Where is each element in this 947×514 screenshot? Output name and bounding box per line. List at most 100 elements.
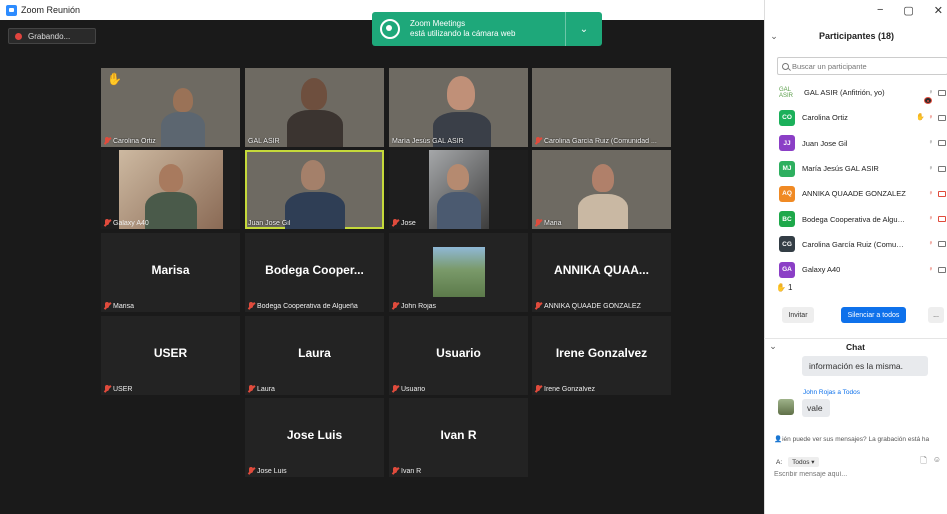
maximize-button[interactable]: ▢	[903, 4, 913, 17]
participant-avatar: GA	[779, 261, 795, 278]
participant-row[interactable]: CO Carolina Ortiz ✋ ♀	[765, 105, 947, 130]
mic-muted-icon	[104, 302, 110, 310]
mic-icon: ♀	[928, 139, 934, 147]
video-tile[interactable]: USER USER	[101, 316, 240, 395]
recipient-select[interactable]: Todos ▾	[788, 457, 819, 467]
video-stage: Grabando... Zoom Meetings está utilizand…	[0, 12, 764, 514]
video-icon	[938, 114, 946, 121]
raised-count: 1	[787, 283, 793, 292]
participant-body	[145, 192, 197, 229]
participant-row[interactable]: AQ ANNIKA QUAADE GONZALEZ ♀	[765, 181, 947, 206]
search-input[interactable]	[792, 61, 942, 71]
zoom-logo-icon	[6, 4, 17, 16]
tile-footer: GAL ASIR	[248, 138, 280, 145]
tile-footer: Marisa	[104, 302, 134, 310]
tile-display-name: Marisa	[151, 263, 190, 277]
video-tile[interactable]: Carolina García Ruiz (Comunidad ...	[532, 68, 671, 147]
tile-name: Carolina Ortiz	[113, 137, 156, 145]
video-tile[interactable]: Jose Luis Jose Luis	[245, 398, 384, 477]
participant-row[interactable]: GA Galaxy A40 ♀	[765, 257, 947, 282]
participant-head	[159, 164, 183, 192]
tile-display-name: Usuario	[436, 346, 481, 360]
participant-search[interactable]	[777, 57, 947, 75]
participant-status: ♀	[927, 139, 947, 147]
toast-line-2: está utilizando la cámara web	[410, 29, 516, 38]
participant-status: ♀	[927, 165, 947, 173]
participant-name: Bodega Cooperativa de Algueña	[802, 214, 907, 224]
more-button[interactable]: ...	[928, 307, 944, 323]
tile-name: Maria	[544, 219, 562, 227]
recording-icon	[924, 97, 932, 105]
video-tile[interactable]: Usuario Usuario	[389, 316, 528, 395]
participant-row[interactable]: GAL ASIR GAL ASIR (Anfitrión, yo) ♀	[765, 80, 947, 105]
video-tile[interactable]: Galaxy A40	[101, 150, 240, 229]
participant-body	[285, 192, 345, 229]
video-off-icon	[938, 190, 946, 197]
participant-name: Galaxy A40	[802, 265, 841, 275]
participant-row[interactable]: JJ Juan Jose Gil ♀	[765, 131, 947, 156]
close-button[interactable]: ✕	[934, 4, 943, 17]
participant-head	[301, 160, 325, 190]
participant-status: ✋ ♀	[916, 114, 947, 122]
participant-row[interactable]: CG Carolina García Ruiz (Comunidad... ♀	[765, 232, 947, 257]
chevron-down-icon[interactable]: ⌄	[566, 24, 602, 35]
collapse-chat-icon[interactable]: ⌄	[764, 341, 782, 352]
video-icon	[938, 165, 946, 172]
video-tile[interactable]: GAL ASIR	[245, 68, 384, 147]
participant-row[interactable]: BC Bodega Cooperativa de Algueña ♀	[765, 206, 947, 231]
video-tile[interactable]: Marisa Marisa	[101, 233, 240, 312]
file-icon[interactable]: 🗋	[920, 455, 926, 469]
tile-footer: Bodega Cooperativa de Algueña	[248, 302, 358, 310]
participant-head	[447, 164, 469, 190]
participant-body	[287, 110, 343, 147]
video-feed	[429, 150, 489, 229]
participants-title: Participantes (18)	[818, 31, 895, 41]
participant-head	[592, 164, 614, 192]
tile-display-name: Ivan R	[440, 428, 477, 442]
video-tile[interactable]: Ivan R Ivan R	[389, 398, 528, 477]
invite-button[interactable]: Invitar	[782, 307, 814, 323]
recording-indicator[interactable]: Grabando...	[8, 28, 96, 44]
emoji-icon[interactable]: ☺	[933, 455, 941, 469]
tile-name: John Rojas	[401, 302, 437, 310]
participant-row[interactable]: MJ María Jesús GAL ASIR ♀	[765, 156, 947, 181]
camera-toast[interactable]: Zoom Meetings está utilizando la cámara …	[372, 12, 602, 46]
mic-muted-icon	[392, 467, 398, 475]
mic-muted-icon	[104, 137, 110, 145]
minimize-button[interactable]: −	[877, 4, 883, 17]
tile-footer: ANNIKA QUAADE GONZALEZ	[535, 302, 641, 310]
video-icon	[938, 89, 946, 96]
search-icon	[782, 62, 789, 70]
tile-footer: Ivan R	[392, 467, 421, 475]
video-tile[interactable]: Irene Gonzalvez Irene Gonzalvez	[532, 316, 671, 395]
video-tile[interactable]: ✋ Carolina Ortiz	[101, 68, 240, 147]
tile-name: María Jesús GAL ASIR	[392, 138, 464, 145]
video-tile[interactable]: María Jesús GAL ASIR	[389, 68, 528, 147]
tile-footer: Irene Gonzalvez	[535, 385, 595, 393]
toast-text: Zoom Meetings está utilizando la cámara …	[410, 19, 565, 39]
video-tile[interactable]: ANNIKA QUAA... ANNIKA QUAADE GONZALEZ	[532, 233, 671, 312]
tile-name: Irene Gonzalvez	[544, 385, 595, 393]
video-tile[interactable]: Bodega Cooper... Bodega Cooperativa de A…	[245, 233, 384, 312]
participants-header: ⌄ Participantes (18)	[765, 26, 947, 46]
mic-muted-icon	[535, 137, 541, 145]
participant-status: ♀	[916, 89, 947, 105]
video-tile[interactable]: John Rojas	[389, 233, 528, 312]
video-tile[interactable]: Maria	[532, 150, 671, 229]
chat-input[interactable]	[774, 471, 939, 478]
tile-footer: Juan Jose Gil	[248, 220, 290, 227]
mute-all-button[interactable]: Silenciar a todos	[841, 307, 906, 323]
video-feed	[119, 150, 223, 229]
participant-avatar: MJ	[779, 160, 795, 177]
video-tile[interactable]: Jose	[389, 150, 528, 229]
mic-muted-icon	[104, 219, 110, 227]
tile-name: Jose Luis	[257, 467, 287, 475]
video-tile-active-speaker[interactable]: Juan Jose Gil	[245, 150, 384, 229]
tile-name: GAL ASIR	[248, 138, 280, 145]
participant-body	[437, 192, 481, 229]
window-controls: − ▢ ✕	[877, 4, 943, 17]
participant-status: ♀	[927, 266, 947, 274]
video-tile[interactable]: Laura Laura	[245, 316, 384, 395]
tile-footer: Maria	[535, 219, 562, 227]
collapse-participants-icon[interactable]: ⌄	[765, 31, 783, 42]
